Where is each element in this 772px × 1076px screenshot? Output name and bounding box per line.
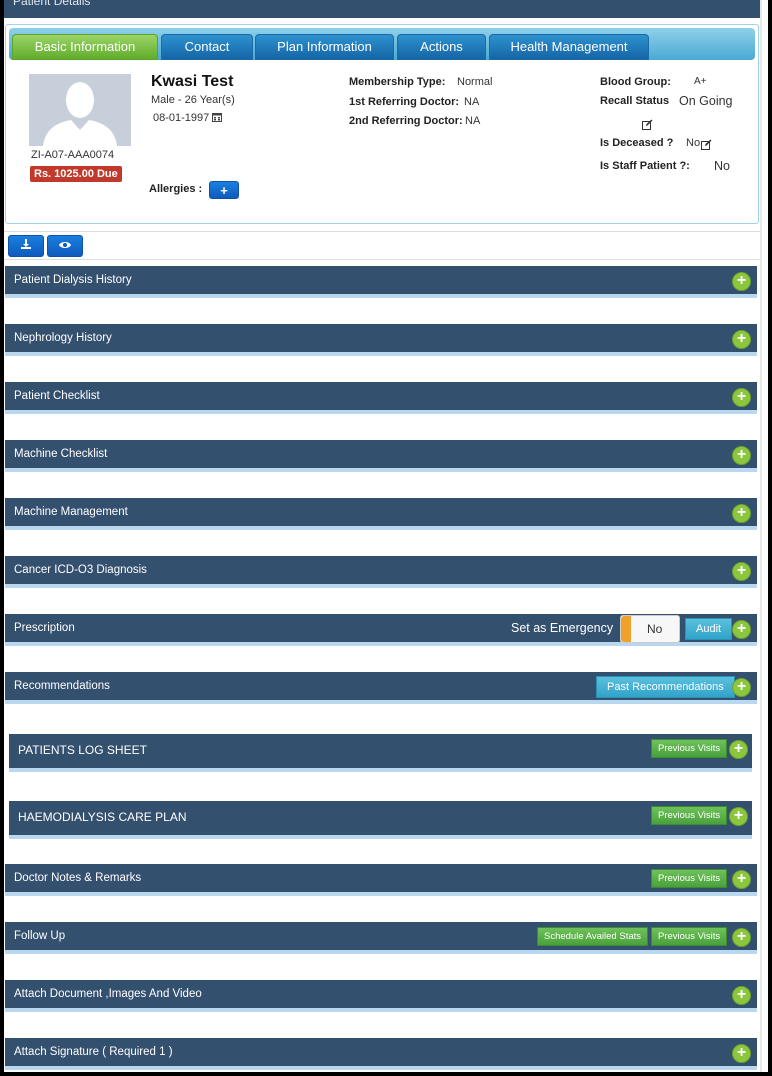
- is-deceased-label: Is Deceased ?: [600, 137, 674, 149]
- audit-button[interactable]: Audit: [685, 618, 733, 640]
- plus-icon: +: [220, 182, 228, 198]
- section-doctor-notes-remarks[interactable]: Doctor Notes & Remarks Previous Visits +: [5, 864, 757, 896]
- expand-plus-icon[interactable]: +: [732, 388, 751, 407]
- second-referring-doctor-label: 2nd Referring Doctor:: [349, 115, 463, 127]
- blood-group-label: Blood Group:: [600, 76, 671, 88]
- tab-plan-information[interactable]: Plan Information: [255, 34, 394, 60]
- expand-plus-icon[interactable]: +: [732, 446, 751, 465]
- section-title: Nephrology History: [14, 332, 112, 344]
- expand-plus-icon[interactable]: +: [732, 504, 751, 523]
- emergency-toggle[interactable]: No: [620, 615, 680, 643]
- tab-health-management[interactable]: Health Management: [489, 34, 649, 60]
- page-title-bar: Patient Details: [4, 0, 760, 18]
- section-title: Patient Checklist: [14, 390, 100, 402]
- tab-contact[interactable]: Contact: [161, 34, 253, 60]
- section-title: Recommendations: [14, 680, 110, 692]
- section-title: Follow Up: [14, 930, 66, 942]
- section-title: Attach Document ,Images And Video: [14, 988, 202, 1000]
- set-as-emergency-label: Set as Emergency: [511, 621, 614, 635]
- section-title: Machine Management: [14, 506, 128, 518]
- expand-plus-icon[interactable]: +: [732, 330, 751, 349]
- blood-group-value: A+: [694, 76, 707, 87]
- section-title: Cancer ICD-O3 Diagnosis: [14, 564, 147, 576]
- due-badge: Rs. 1025.00 Due: [30, 166, 122, 182]
- download-button[interactable]: [8, 235, 44, 257]
- is-staff-patient-label: Is Staff Patient ?:: [600, 160, 690, 172]
- section-patient-checklist[interactable]: Patient Checklist +: [5, 382, 757, 414]
- section-title: Machine Checklist: [14, 448, 108, 460]
- recall-status-value: On Going: [679, 94, 733, 108]
- previous-visits-button[interactable]: Previous Visits: [651, 927, 728, 946]
- section-title: Attach Signature ( Required 1 ): [14, 1046, 173, 1058]
- section-patient-dialysis-history[interactable]: Patient Dialysis History +: [5, 266, 757, 298]
- patient-details-page: Patient Details Basic Information Contac…: [4, 0, 768, 1072]
- tab-basic-information[interactable]: Basic Information: [12, 34, 158, 60]
- calendar-icon[interactable]: [212, 112, 223, 122]
- first-referring-doctor-value: NA: [464, 96, 480, 108]
- section-title: Prescription: [14, 622, 75, 634]
- expand-plus-icon[interactable]: +: [732, 928, 751, 947]
- expand-plus-icon[interactable]: +: [732, 870, 751, 889]
- add-allergy-button[interactable]: +: [209, 181, 239, 199]
- page-title: Patient Details: [13, 0, 91, 8]
- avatar: [29, 74, 131, 146]
- allergies-label: Allergies :: [149, 183, 203, 195]
- patient-id: ZI-A07-AAA0074: [31, 149, 115, 161]
- expand-plus-icon[interactable]: +: [729, 807, 748, 826]
- previous-visits-button[interactable]: Previous Visits: [651, 739, 728, 758]
- section-prescription[interactable]: Prescription Set as Emergency No Audit +: [5, 614, 757, 646]
- previous-visits-button[interactable]: Previous Visits: [651, 806, 728, 825]
- is-staff-patient-value: No: [714, 159, 730, 173]
- section-title: Patient Dialysis History: [14, 274, 132, 286]
- expand-plus-icon[interactable]: +: [732, 678, 751, 697]
- expand-plus-icon[interactable]: +: [732, 562, 751, 581]
- membership-type-value: Normal: [457, 76, 493, 88]
- view-button[interactable]: [47, 235, 83, 257]
- tab-bar: Basic Information Contact Plan Informati…: [9, 28, 755, 60]
- section-follow-up[interactable]: Follow Up Schedule Availed Stats Previou…: [5, 922, 757, 954]
- is-deceased-value: No: [686, 137, 701, 149]
- previous-visits-button[interactable]: Previous Visits: [651, 869, 728, 888]
- past-recommendations-button[interactable]: Past Recommendations: [596, 676, 735, 698]
- expand-plus-icon[interactable]: +: [732, 1044, 751, 1063]
- patient-dob: 08-01-1997: [153, 112, 223, 124]
- section-nephrology-history[interactable]: Nephrology History +: [5, 324, 757, 356]
- action-toolbar: [4, 231, 762, 260]
- eye-icon: [58, 237, 72, 255]
- expand-plus-icon[interactable]: +: [732, 986, 751, 1005]
- patient-gender-age: Male - 26 Year(s): [151, 94, 235, 106]
- recall-status-label: Recall Status: [600, 95, 670, 107]
- expand-plus-icon[interactable]: +: [729, 740, 748, 759]
- section-title: PATIENTS LOG SHEET: [18, 743, 147, 757]
- section-attach-signature[interactable]: Attach Signature ( Required 1 ) +: [5, 1038, 757, 1070]
- section-machine-checklist[interactable]: Machine Checklist +: [5, 440, 757, 472]
- download-icon: [20, 237, 32, 255]
- section-recommendations[interactable]: Recommendations Past Recommendations +: [5, 672, 757, 704]
- scrollbar-track[interactable]: [760, 0, 762, 1072]
- section-title: HAEMODIALYSIS CARE PLAN: [18, 810, 187, 824]
- section-attach-document[interactable]: Attach Document ,Images And Video +: [5, 980, 757, 1012]
- section-title: Doctor Notes & Remarks: [14, 872, 142, 884]
- section-haemodialysis-care-plan[interactable]: HAEMODIALYSIS CARE PLAN Previous Visits …: [9, 801, 752, 839]
- schedule-availed-stats-button[interactable]: Schedule Availed Stats: [537, 927, 649, 946]
- section-patients-log-sheet[interactable]: PATIENTS LOG SHEET Previous Visits +: [9, 734, 752, 772]
- first-referring-doctor-label: 1st Referring Doctor:: [349, 96, 460, 108]
- toggle-knob: [621, 616, 631, 642]
- edit-icon[interactable]: [642, 117, 653, 130]
- section-machine-management[interactable]: Machine Management +: [5, 498, 757, 530]
- expand-plus-icon[interactable]: +: [732, 620, 751, 639]
- membership-type-label: Membership Type:: [349, 76, 446, 88]
- patient-name: Kwasi Test: [151, 73, 234, 90]
- tab-actions[interactable]: Actions: [397, 34, 486, 60]
- edit-deceased-icon[interactable]: [701, 137, 712, 150]
- section-cancer-icd-o3-diagnosis[interactable]: Cancer ICD-O3 Diagnosis +: [5, 556, 757, 588]
- second-referring-doctor-value: NA: [465, 115, 481, 127]
- dob-value: 08-01-1997: [153, 112, 210, 124]
- toggle-value: No: [647, 622, 663, 636]
- expand-plus-icon[interactable]: +: [732, 272, 751, 291]
- patient-info-panel: Basic Information Contact Plan Informati…: [5, 24, 759, 224]
